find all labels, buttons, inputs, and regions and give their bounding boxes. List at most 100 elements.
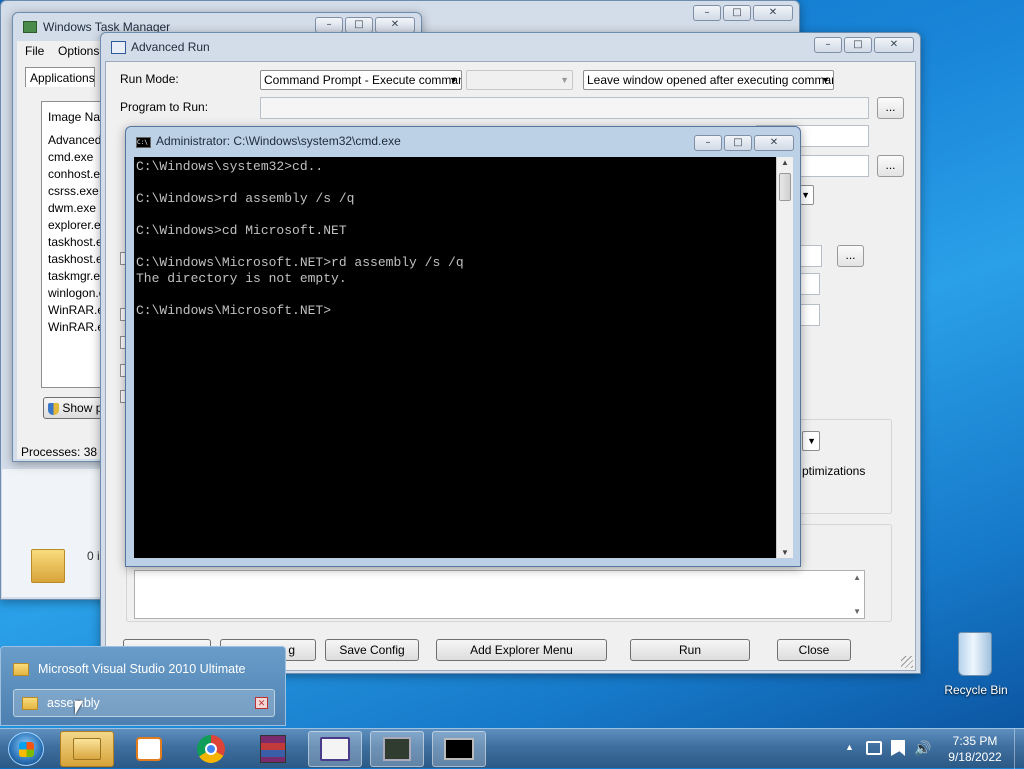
taskbar-media-player[interactable] bbox=[122, 731, 176, 767]
console-line: C:\Windows\Microsoft.NET>rd assembly /s … bbox=[136, 255, 464, 270]
console-line: C:\Windows>rd assembly /s /q bbox=[136, 191, 355, 206]
flyout-item-assembly[interactable]: assembly ✕ bbox=[13, 689, 275, 717]
taskbar-advanced-run[interactable] bbox=[308, 731, 362, 767]
show-processes-label: Show p bbox=[62, 401, 103, 415]
window-mode-select[interactable]: Leave window opened after executing comm… bbox=[583, 70, 834, 90]
command-line-textarea[interactable]: ▲ ▼ bbox=[134, 570, 865, 619]
console-line: C:\Windows\system32>cd.. bbox=[136, 159, 324, 174]
close-icon[interactable]: ✕ bbox=[255, 697, 268, 709]
windows-logo-icon bbox=[19, 742, 34, 757]
network-icon[interactable] bbox=[866, 741, 882, 755]
close-button[interactable]: ✕ bbox=[874, 37, 914, 53]
tray-show-hidden-icon[interactable]: ▲ bbox=[845, 742, 854, 752]
cmd-title: Administrator: C:\Windows\system32\cmd.e… bbox=[156, 134, 401, 148]
scroll-down-icon[interactable]: ▼ bbox=[853, 607, 861, 616]
volume-icon[interactable]: 🔊 bbox=[914, 741, 931, 757]
program-label: Program to Run: bbox=[120, 100, 209, 114]
console-line: C:\Windows>cd Microsoft.NET bbox=[136, 223, 347, 238]
cmd-icon bbox=[444, 738, 474, 760]
winrar-icon bbox=[260, 735, 286, 763]
chevron-down-icon: ▼ bbox=[560, 75, 569, 85]
minimize-button[interactable]: – bbox=[315, 17, 343, 33]
run-mode-value: Command Prompt - Execute command bbox=[264, 73, 462, 87]
tab-applications[interactable]: Applications bbox=[25, 67, 95, 87]
show-desktop-button[interactable] bbox=[1014, 729, 1024, 769]
cmd-window[interactable]: C:\ Administrator: C:\Windows\system32\c… bbox=[125, 126, 801, 567]
browse-button-3[interactable]: ... bbox=[837, 245, 864, 267]
clock[interactable]: 7:35 PM 9/18/2022 bbox=[940, 733, 1010, 765]
action-center-icon[interactable] bbox=[891, 740, 905, 756]
folder-icon bbox=[31, 549, 65, 583]
scroll-up-icon[interactable]: ▲ bbox=[853, 573, 861, 582]
console-line: The directory is not empty. bbox=[136, 271, 347, 286]
add-explorer-menu-button[interactable]: Add Explorer Menu bbox=[436, 639, 607, 661]
maximize-button[interactable]: □ bbox=[345, 17, 373, 33]
taskbar-winrar[interactable] bbox=[246, 731, 300, 767]
resize-grip-icon[interactable] bbox=[901, 656, 913, 668]
folder-icon bbox=[13, 662, 29, 676]
folder-icon bbox=[73, 738, 101, 760]
ar-caption-buttons: – □ ✕ bbox=[814, 37, 914, 53]
minimize-button[interactable]: – bbox=[814, 37, 842, 53]
tm-caption-buttons: – □ ✕ bbox=[315, 17, 415, 33]
flyout-item-label: assembly bbox=[47, 696, 100, 710]
chrome-icon bbox=[197, 735, 225, 763]
run-button[interactable]: Run bbox=[630, 639, 750, 661]
maximize-button[interactable]: □ bbox=[844, 37, 872, 53]
scroll-up-icon[interactable]: ▲ bbox=[781, 158, 789, 167]
maximize-button[interactable]: □ bbox=[724, 135, 752, 151]
taskbar-explorer[interactable] bbox=[60, 731, 114, 767]
secondary-select[interactable]: ▼ bbox=[466, 70, 573, 90]
program-field[interactable] bbox=[260, 97, 869, 119]
task-manager-icon bbox=[23, 21, 37, 33]
browse-button-2[interactable]: ... bbox=[877, 155, 904, 177]
scroll-down-icon[interactable]: ▼ bbox=[781, 548, 789, 557]
task-manager-icon bbox=[383, 737, 411, 761]
flyout-item-label: Microsoft Visual Studio 2010 Ultimate bbox=[38, 662, 246, 676]
chevron-down-icon: ▼ bbox=[821, 75, 830, 85]
console-output[interactable]: C:\Windows\system32>cd.. C:\Windows>rd as… bbox=[134, 157, 776, 558]
recycle-bin-icon bbox=[958, 632, 992, 676]
media-player-icon bbox=[136, 737, 162, 761]
maximize-button[interactable]: □ bbox=[723, 5, 751, 21]
taskbar-task-manager[interactable] bbox=[370, 731, 424, 767]
window-mode-value: Leave window opened after executing comm… bbox=[587, 73, 834, 87]
run-mode-label: Run Mode: bbox=[120, 72, 179, 86]
taskbar-flyout: Microsoft Visual Studio 2010 Ultimate as… bbox=[0, 646, 286, 726]
scroll-thumb[interactable] bbox=[779, 173, 791, 201]
close-window-button[interactable]: Close bbox=[777, 639, 851, 661]
save-config-button[interactable]: Save Config bbox=[325, 639, 419, 661]
menu-file[interactable]: File bbox=[25, 44, 44, 58]
minimize-button[interactable]: – bbox=[694, 135, 722, 151]
minimize-button[interactable]: – bbox=[693, 5, 721, 21]
chevron-down-icon: ▼ bbox=[807, 436, 816, 446]
recycle-bin[interactable]: Recycle Bin bbox=[936, 628, 1016, 698]
flyout-item-visual-studio[interactable]: Microsoft Visual Studio 2010 Ultimate bbox=[13, 655, 275, 683]
start-button[interactable] bbox=[8, 732, 44, 766]
run-mode-select[interactable]: Command Prompt - Execute command ▼ bbox=[260, 70, 462, 90]
advanced-run-title: Advanced Run bbox=[131, 40, 210, 54]
close-button[interactable]: ✕ bbox=[375, 17, 415, 33]
taskbar-chrome[interactable] bbox=[184, 731, 238, 767]
menu-options[interactable]: Options bbox=[58, 44, 99, 58]
status-processes: Processes: 38 bbox=[21, 445, 98, 459]
select-4[interactable]: ▼ bbox=[802, 431, 820, 451]
clock-time: 7:35 PM bbox=[952, 734, 998, 748]
item-count: 0 i bbox=[87, 549, 100, 563]
close-button[interactable]: ✕ bbox=[754, 135, 794, 151]
recycle-bin-label: Recycle Bin bbox=[944, 683, 1008, 697]
cmd-icon: C:\ bbox=[136, 137, 151, 148]
folder-icon bbox=[22, 696, 38, 710]
taskbar-cmd[interactable] bbox=[432, 731, 486, 767]
explorer-caption-buttons: – □ ✕ bbox=[693, 5, 793, 21]
program-browse-button[interactable]: ... bbox=[877, 97, 904, 119]
chevron-down-icon: ▼ bbox=[449, 75, 458, 85]
chevron-down-icon: ▼ bbox=[801, 190, 810, 200]
mouse-cursor-icon bbox=[75, 701, 83, 715]
console-scrollbar[interactable]: ▲ ▼ bbox=[776, 157, 793, 558]
close-button[interactable]: ✕ bbox=[753, 5, 793, 21]
